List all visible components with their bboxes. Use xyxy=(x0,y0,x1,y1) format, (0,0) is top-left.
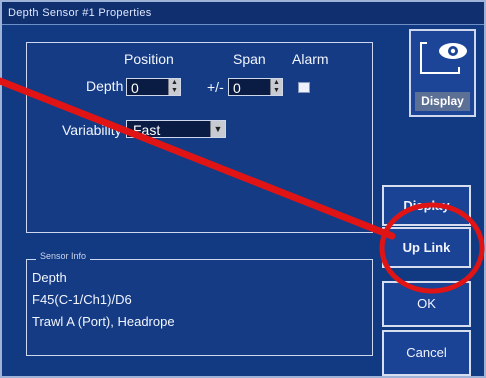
span-spinner[interactable]: 0 ▲ ▼ xyxy=(228,78,283,96)
properties-window: Depth Sensor #1 Properties Position Span… xyxy=(0,0,486,378)
span-value: 0 xyxy=(233,80,241,96)
variability-value: Fast xyxy=(133,122,161,138)
uplink-button[interactable]: Up Link xyxy=(382,227,471,268)
alarm-header: Alarm xyxy=(292,51,329,67)
cancel-button[interactable]: Cancel xyxy=(382,330,471,376)
plus-minus-label: +/- xyxy=(207,79,224,95)
position-header: Position xyxy=(124,51,174,67)
display-tile-button[interactable]: Display xyxy=(409,29,476,117)
position-value: 0 xyxy=(131,80,139,96)
position-spinner[interactable]: 0 ▲ ▼ xyxy=(126,78,181,96)
chevron-down-icon[interactable]: ▼ xyxy=(210,121,225,137)
display-tile-label: Display xyxy=(415,92,470,111)
sensor-info-legend: Sensor Info xyxy=(36,251,91,261)
display-button[interactable]: Display xyxy=(382,185,471,226)
depth-label: Depth xyxy=(86,78,124,94)
ok-button[interactable]: OK xyxy=(382,281,471,327)
span-header: Span xyxy=(233,51,266,67)
spinner-arrows-icon[interactable]: ▲ ▼ xyxy=(168,79,180,95)
window-title: Depth Sensor #1 Properties xyxy=(2,2,484,25)
variability-select[interactable]: Fast ▼ xyxy=(126,120,226,138)
alarm-checkbox[interactable] xyxy=(298,82,310,93)
sensor-info-line: Trawl A (Port), Headrope xyxy=(32,314,175,329)
variability-label: Variability xyxy=(62,122,122,138)
sensor-info-box xyxy=(26,259,373,356)
sensor-info-line: F45(C-1/Ch1)/D6 xyxy=(32,292,132,307)
sensor-info-line: Depth xyxy=(32,270,67,285)
eye-icon xyxy=(420,42,467,74)
spinner-arrows-icon[interactable]: ▲ ▼ xyxy=(270,79,282,95)
